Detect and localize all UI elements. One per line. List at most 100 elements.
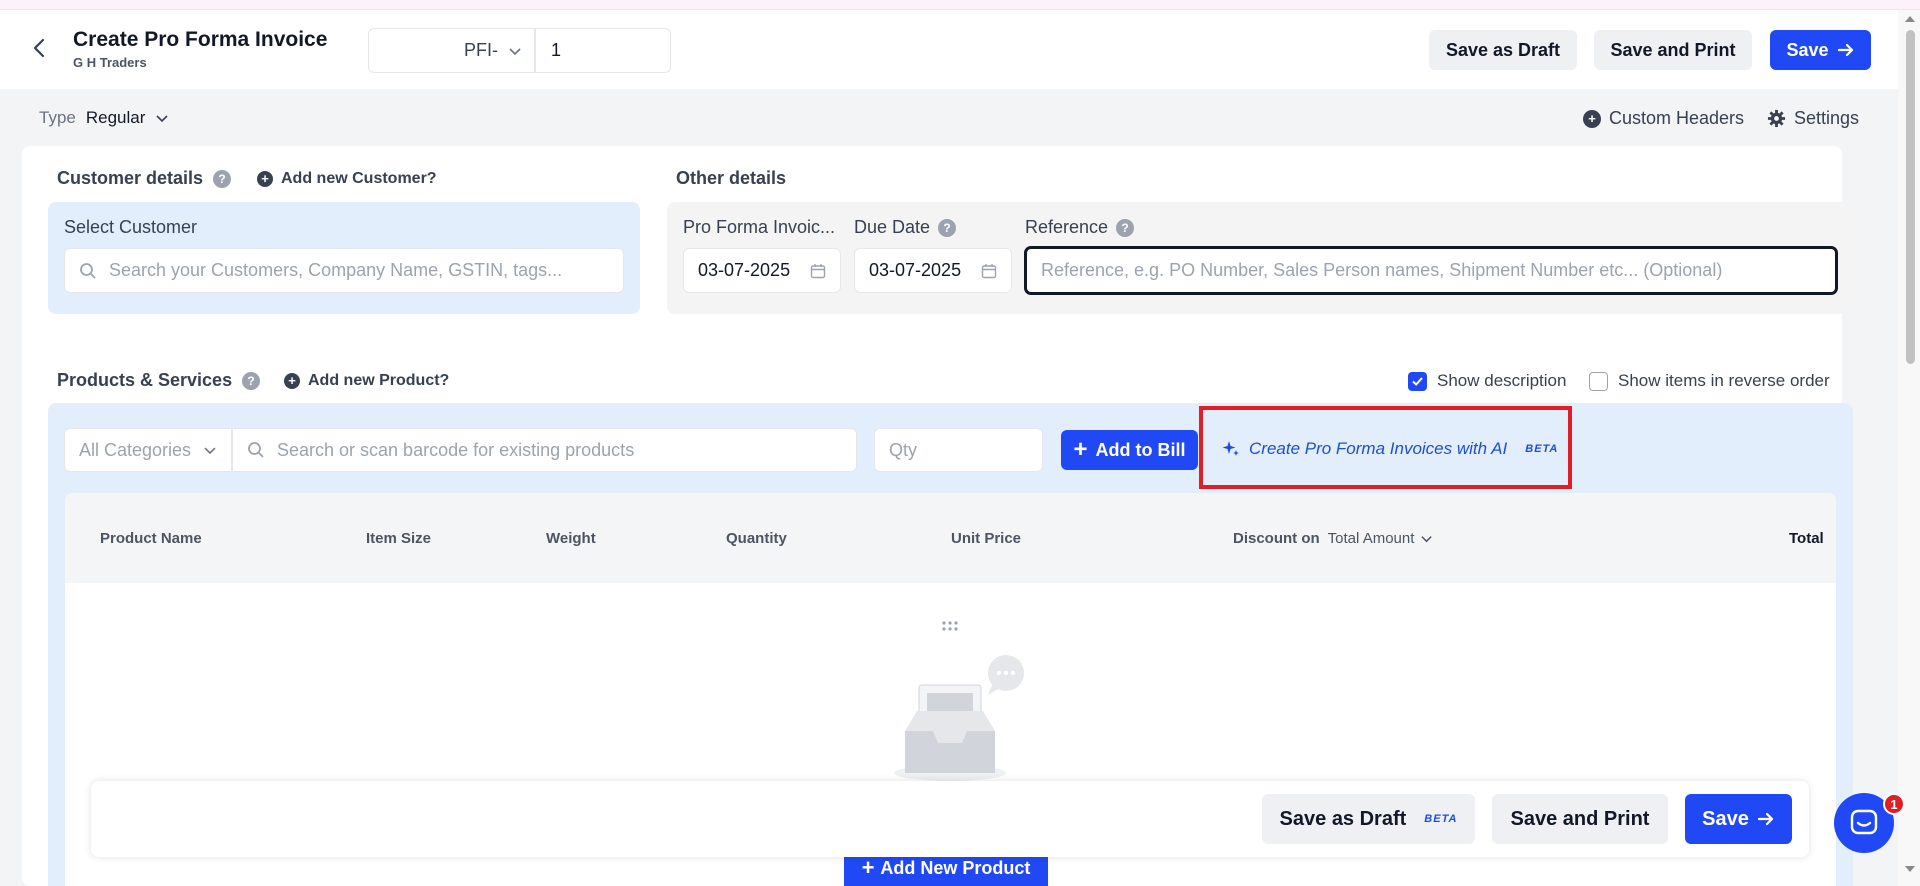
footer-save-draft-button[interactable]: Save as Draft BETA	[1262, 794, 1475, 844]
footer-save-print-button[interactable]: Save and Print	[1492, 794, 1668, 844]
scroll-up-icon[interactable]	[1903, 14, 1917, 24]
reverse-order-label: Show items in reverse order	[1618, 371, 1830, 390]
discount-label: Discount on	[1233, 530, 1320, 547]
top-strip	[0, 0, 1920, 10]
plus-circle-icon: +	[284, 373, 300, 389]
save-draft-button[interactable]: Save as Draft	[1429, 30, 1577, 70]
due-date-heading: Due Date ?	[854, 217, 957, 238]
custom-headers-label: Custom Headers	[1609, 108, 1745, 128]
add-new-customer-label: Add new Customer?	[281, 170, 437, 187]
column-product-name: Product Name	[100, 530, 202, 547]
plus-icon: +	[861, 855, 875, 880]
calendar-icon	[981, 263, 997, 278]
show-description-label: Show description	[1437, 371, 1567, 390]
reference-label: Reference	[1025, 217, 1109, 237]
add-to-bill-label: Add to Bill	[1095, 439, 1186, 460]
reference-heading: Reference ?	[1025, 217, 1135, 238]
beta-badge: BETA	[1525, 443, 1559, 455]
chat-icon	[1850, 809, 1878, 835]
page-title: Create Pro Forma Invoice	[73, 28, 328, 51]
invoice-date-input[interactable]: 03-07-2025	[683, 248, 841, 293]
customer-search-input[interactable]: Search your Customers, Company Name, GST…	[64, 248, 624, 293]
due-date-input[interactable]: 03-07-2025	[854, 248, 1012, 293]
back-arrow-icon[interactable]	[28, 36, 52, 60]
column-discount: Discount on Total Amount	[1233, 530, 1433, 547]
footer-save-label: Save	[1702, 807, 1749, 830]
add-new-customer-link[interactable]: + Add new Customer?	[257, 170, 437, 188]
arrow-right-icon	[1757, 812, 1773, 826]
help-icon[interactable]: ?	[1116, 218, 1135, 237]
quantity-input[interactable]: Qty	[874, 428, 1043, 472]
show-description-toggle[interactable]: Show description	[1408, 371, 1566, 391]
customer-search-placeholder: Search your Customers, Company Name, GST…	[109, 260, 563, 280]
products-heading: Products & Services ?	[57, 370, 261, 391]
type-value: Regular	[85, 108, 146, 127]
help-icon[interactable]: ?	[938, 218, 957, 237]
add-new-product-label: Add new Product?	[308, 372, 450, 389]
sparkle-icon	[1222, 441, 1239, 456]
notification-badge: 1	[1883, 793, 1905, 815]
create-with-ai-label: Create Pro Forma Invoices with AI	[1249, 439, 1508, 458]
reference-placeholder: Reference, e.g. PO Number, Sales Person …	[1041, 260, 1723, 280]
gear-icon	[1767, 109, 1786, 128]
due-date-label: Due Date	[854, 217, 931, 237]
customer-details-label: Customer details	[57, 168, 204, 188]
chevron-down-icon	[156, 115, 168, 123]
save-label: Save	[1786, 39, 1829, 60]
plus-icon: +	[1073, 436, 1088, 463]
save-print-button[interactable]: Save and Print	[1594, 30, 1752, 70]
chevron-down-icon	[1421, 536, 1433, 543]
plus-circle-icon: +	[257, 171, 273, 187]
save-button[interactable]: Save	[1770, 30, 1871, 70]
add-new-product-button-label: Add New Product	[880, 857, 1031, 878]
plus-circle-icon: +	[1583, 109, 1601, 128]
category-value: All Categories	[79, 439, 192, 460]
custom-headers-link[interactable]: + Custom Headers	[1583, 108, 1744, 129]
settings-link[interactable]: Settings	[1767, 108, 1859, 129]
category-select[interactable]: All Categories	[64, 428, 232, 472]
checkbox-checked-icon	[1408, 371, 1427, 391]
product-search-placeholder: Search or scan barcode for existing prod…	[277, 439, 635, 460]
invoice-date-label: Pro Forma Invoic...	[683, 217, 836, 237]
column-unit-price: Unit Price	[951, 530, 1022, 547]
invoice-number-input[interactable]: 1	[535, 28, 671, 73]
type-label: Type	[39, 108, 76, 127]
column-weight: Weight	[546, 530, 596, 547]
drag-handle-icon[interactable]	[941, 620, 959, 632]
discount-mode-select[interactable]: Total Amount	[1328, 530, 1434, 547]
reference-input[interactable]: Reference, e.g. PO Number, Sales Person …	[1024, 246, 1838, 295]
invoice-type-select[interactable]: Type Regular	[39, 108, 169, 128]
add-new-product-link[interactable]: + Add new Product?	[284, 372, 449, 390]
footer-save-button[interactable]: Save	[1685, 794, 1792, 844]
prefix-value: PFI-	[464, 40, 498, 60]
search-icon	[248, 442, 264, 458]
help-icon[interactable]: ?	[242, 371, 261, 390]
create-with-ai-link[interactable]: Create Pro Forma Invoices with AI BETA	[1221, 439, 1558, 459]
column-total: Total	[1789, 530, 1824, 547]
empty-inbox-illustration-icon	[894, 655, 1024, 781]
invoice-date-value: 03-07-2025	[698, 260, 791, 280]
settings-label: Settings	[1794, 108, 1860, 128]
draft-beta-badge: BETA	[1424, 813, 1458, 825]
column-quantity: Quantity	[726, 530, 787, 547]
invoice-prefix-select[interactable]: PFI-	[368, 28, 535, 73]
checkbox-unchecked-icon	[1589, 371, 1608, 391]
add-to-bill-button[interactable]: + Add to Bill	[1061, 430, 1198, 470]
scrollbar-thumb[interactable]	[1906, 30, 1915, 364]
discount-mode-value: Total Amount	[1327, 530, 1415, 547]
footer-save-draft-label: Save as Draft	[1279, 807, 1407, 830]
products-label: Products & Services	[57, 370, 233, 390]
select-customer-label: Select Customer	[64, 217, 198, 237]
chevron-down-icon	[509, 47, 521, 55]
other-details-heading: Other details	[676, 168, 786, 189]
other-details-label: Other details	[676, 168, 787, 188]
product-search-input[interactable]: Search or scan barcode for existing prod…	[232, 428, 857, 472]
help-icon[interactable]: ?	[213, 169, 232, 188]
due-date-value: 03-07-2025	[869, 260, 962, 280]
arrow-right-icon	[1837, 43, 1853, 57]
column-item-size: Item Size	[366, 530, 432, 547]
scroll-down-icon[interactable]	[1903, 864, 1917, 874]
quantity-placeholder: Qty	[889, 439, 918, 460]
chevron-down-icon	[204, 447, 216, 455]
reverse-order-toggle[interactable]: Show items in reverse order	[1589, 371, 1830, 391]
